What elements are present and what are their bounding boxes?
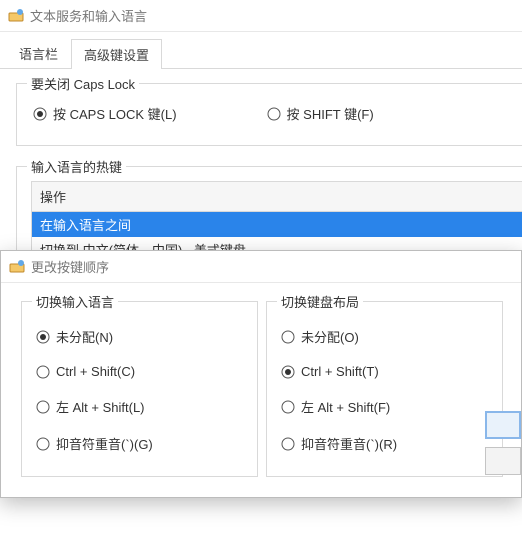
left-radio-none[interactable]: 未分配(N) <box>36 318 243 355</box>
left-radio-grave[interactable]: 抑音符重音(`)(G) <box>36 425 243 462</box>
radio-unselected-icon <box>36 437 50 451</box>
capslock-radio-shift[interactable]: 按 SHIFT 键(F) <box>267 104 374 123</box>
capslock-group: 要关闭 Caps Lock 按 CAPS LOCK 键(L) 按 SHIFT 键… <box>16 83 522 146</box>
right-radio-none[interactable]: 未分配(O) <box>281 318 488 355</box>
hotkey-list-header: 操作 按键顺 <box>31 181 522 212</box>
left-radio-alt[interactable]: 左 Alt + Shift(L) <box>36 388 243 425</box>
left-radio-none-label: 未分配(N) <box>56 327 113 346</box>
child-title: 更改按键顺序 <box>31 257 109 276</box>
child-titlebar: 更改按键顺序 <box>1 251 521 283</box>
radio-selected-icon <box>281 365 295 379</box>
right-radio-none-label: 未分配(O) <box>301 327 359 346</box>
ok-button[interactable] <box>485 411 521 439</box>
left-radio-ctrl[interactable]: Ctrl + Shift(C) <box>36 355 243 388</box>
left-radio-ctrl-label: Ctrl + Shift(C) <box>56 364 135 379</box>
right-radio-grave-label: 抑音符重音(`)(R) <box>301 434 397 453</box>
switch-input-language-group: 切换输入语言 未分配(N) Ctrl + Shift(C) 左 Alt + Sh… <box>21 301 258 477</box>
tab-advanced-keys[interactable]: 高级键设置 <box>71 39 162 69</box>
keyboard-locale-icon <box>8 8 24 24</box>
child-body: 切换输入语言 未分配(N) Ctrl + Shift(C) 左 Alt + Sh… <box>1 283 521 497</box>
right-radio-ctrl[interactable]: Ctrl + Shift(T) <box>281 355 488 388</box>
capslock-radio-shift-label: 按 SHIFT 键(F) <box>287 104 374 123</box>
parent-title: 文本服务和输入语言 <box>30 6 147 25</box>
capslock-radio-caps[interactable]: 按 CAPS LOCK 键(L) <box>33 104 177 123</box>
switch-keyboard-layout-group: 切换键盘布局 未分配(O) Ctrl + Shift(T) 左 Alt + Sh… <box>266 301 503 477</box>
tab-language-bar[interactable]: 语言栏 <box>6 38 71 68</box>
keyboard-locale-icon <box>9 259 25 275</box>
right-legend: 切换键盘布局 <box>277 292 363 311</box>
left-radio-alt-label: 左 Alt + Shift(L) <box>56 397 145 416</box>
capslock-legend: 要关闭 Caps Lock <box>27 74 139 93</box>
radio-unselected-icon <box>36 365 50 379</box>
radio-unselected-icon <box>267 107 281 121</box>
left-radio-grave-label: 抑音符重音(`)(G) <box>56 434 153 453</box>
radio-selected-icon <box>36 330 50 344</box>
radio-unselected-icon <box>281 400 295 414</box>
change-key-sequence-dialog: 更改按键顺序 切换输入语言 未分配(N) Ctrl + Shift(C) 左 A… <box>0 250 522 498</box>
col-action[interactable]: 操作 <box>32 182 522 211</box>
right-radio-ctrl-label: Ctrl + Shift(T) <box>301 364 379 379</box>
hotkey-row-selected[interactable]: 在输入语言之间 <box>32 212 522 237</box>
radio-unselected-icon <box>36 400 50 414</box>
radio-selected-icon <box>33 107 47 121</box>
capslock-radio-caps-label: 按 CAPS LOCK 键(L) <box>53 104 177 123</box>
hotkeys-legend: 输入语言的热键 <box>27 157 126 176</box>
parent-titlebar: 文本服务和输入语言 <box>0 0 522 32</box>
right-radio-alt[interactable]: 左 Alt + Shift(F) <box>281 388 488 425</box>
radio-unselected-icon <box>281 437 295 451</box>
radio-unselected-icon <box>281 330 295 344</box>
cancel-button[interactable] <box>485 447 521 475</box>
right-radio-grave[interactable]: 抑音符重音(`)(R) <box>281 425 488 462</box>
tabstrip: 语言栏 高级键设置 <box>0 32 522 69</box>
right-radio-alt-label: 左 Alt + Shift(F) <box>301 397 390 416</box>
left-legend: 切换输入语言 <box>32 292 118 311</box>
